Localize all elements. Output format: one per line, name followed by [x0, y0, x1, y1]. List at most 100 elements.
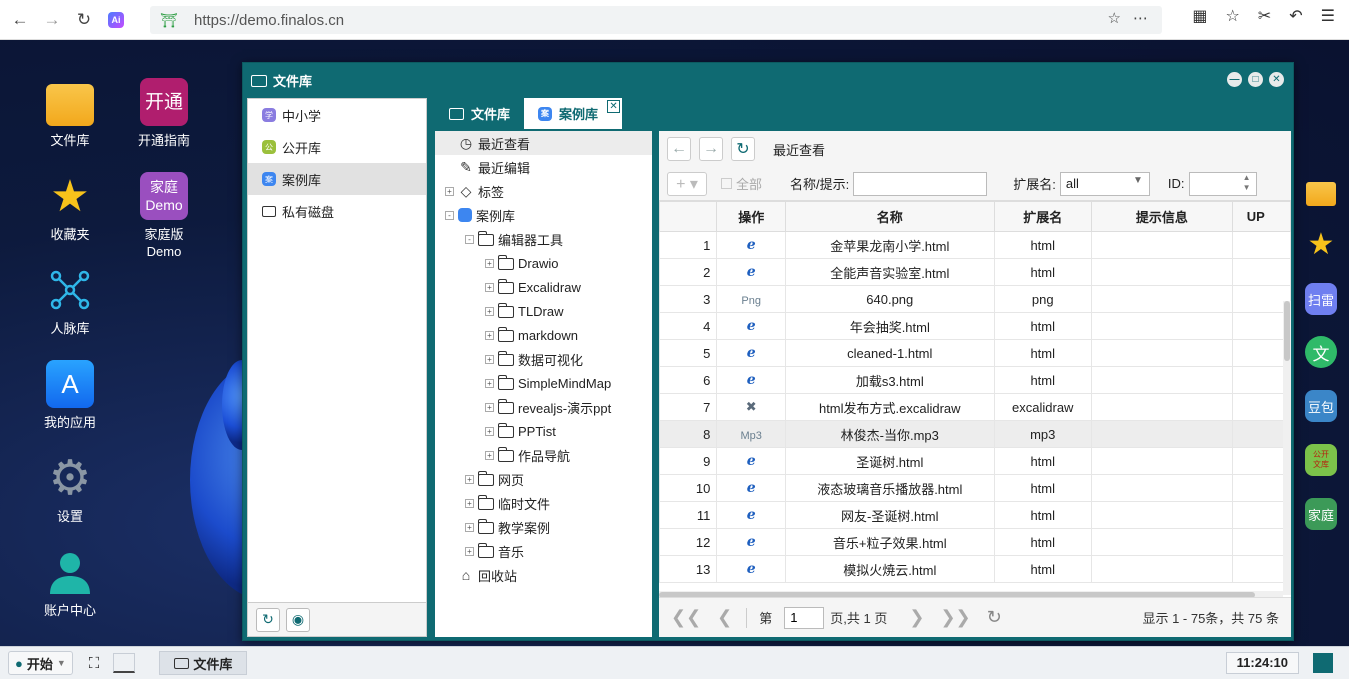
tree-node[interactable]: + 教学案例 [465, 515, 550, 539]
excalidraw-icon[interactable]: ✖ [746, 399, 757, 414]
window-titlebar[interactable]: 文件库 [251, 71, 312, 90]
select-all-checkbox[interactable] [721, 178, 732, 189]
desktop-icon-my-apps[interactable]: A 我的应用 [25, 360, 115, 431]
html-file-icon[interactable]: e [747, 345, 756, 361]
page-number-input[interactable] [784, 606, 825, 629]
tab-case-library[interactable]: 案 案例库 ✕ [524, 98, 623, 129]
ai-icon[interactable]: Ai [100, 4, 132, 36]
more-icon[interactable]: ⋯ [1133, 9, 1148, 27]
refresh-icon[interactable]: ↻ [987, 607, 1002, 628]
name-filter-input[interactable] [853, 171, 988, 196]
tree-node[interactable]: + 数据可视化 [485, 347, 583, 371]
undo-icon[interactable]: ↶ [1289, 6, 1302, 26]
tree-node[interactable]: + Drawio [485, 251, 558, 275]
tree-node[interactable]: + revealjs-演示ppt [485, 395, 611, 419]
star-icon[interactable]: ☆ [1108, 9, 1121, 27]
expand-icon[interactable]: + [465, 522, 474, 532]
task-file-library[interactable]: 文件库 [159, 651, 248, 675]
html-file-icon[interactable]: e [747, 237, 756, 253]
tab-close-icon[interactable]: ✕ [607, 100, 621, 113]
prev-page-icon[interactable]: ❮ [717, 607, 732, 628]
reload-button[interactable]: ↻ [731, 137, 755, 161]
nav-item-public-lib[interactable]: 公 公开库 [248, 131, 426, 163]
desktop-icon-family-demo[interactable]: 家庭 Demo 家庭版 Demo [119, 172, 209, 260]
col-action[interactable]: 操作 [716, 201, 787, 232]
tree-node[interactable]: + 临时文件 [465, 491, 550, 515]
desktop-icon-settings[interactable]: ⚙ 设置 [25, 454, 115, 525]
html-file-icon[interactable]: e [747, 480, 756, 496]
tree-node[interactable]: ⌂ 回收站 [445, 563, 517, 587]
vertical-scrollbar[interactable] [1283, 301, 1291, 595]
desktop-icon-file-library[interactable]: 文件库 [25, 80, 115, 149]
table-row[interactable]: 9 e 圣诞树.html html [659, 447, 1291, 475]
nav-item-primary-school[interactable]: 学 中小学 [248, 99, 426, 131]
expand-icon[interactable]: + [465, 474, 474, 484]
nav-item-private-disk[interactable]: 私有磁盘 [248, 195, 426, 227]
nav-item-case-lib[interactable]: 案 案例库 [248, 163, 426, 195]
table-row[interactable]: 5 e cleaned-1.html html [659, 339, 1291, 367]
add-button[interactable]: + ▾ [667, 171, 707, 196]
html-file-icon[interactable]: e [747, 264, 756, 280]
tree-node[interactable]: + Excalidraw [485, 275, 581, 299]
html-file-icon[interactable]: e [747, 507, 756, 523]
png-file-icon[interactable]: Png [741, 295, 761, 307]
col-up[interactable]: UP [1231, 201, 1291, 232]
desktop-icon-network[interactable]: 人脉库 [25, 266, 115, 337]
color-swatch[interactable] [1313, 653, 1333, 673]
favorites-icon[interactable]: ☆ [1226, 6, 1240, 26]
reload-icon[interactable]: ↻ [68, 4, 100, 36]
table-row[interactable]: 13 e 模拟火焼云.html html [659, 555, 1291, 583]
dock-wen[interactable]: 文 [1305, 336, 1337, 368]
tree-node[interactable]: + PPTist [485, 419, 556, 443]
expand-icon[interactable]: + [485, 402, 494, 412]
tree-node[interactable]: - 案例库 [445, 203, 515, 227]
mp3-file-icon[interactable]: Mp3 [741, 430, 762, 442]
expand-icon[interactable]: + [485, 330, 494, 340]
tree-node[interactable]: + TLDraw [485, 299, 564, 323]
minimize-button[interactable]: — [1227, 72, 1242, 87]
desktop-icon-favorites[interactable]: ★ 收藏夹 [25, 172, 115, 243]
table-row[interactable]: 2 e 全能声音实验室.html html [659, 258, 1291, 286]
dock-star[interactable]: ★ [1305, 228, 1337, 261]
next-page-icon[interactable]: ❯ [909, 607, 924, 628]
address-bar[interactable]: ⛩ https://demo.finalos.cn ☆ ⋯ [150, 6, 1162, 34]
close-button[interactable]: ✕ [1269, 72, 1284, 87]
table-row[interactable]: 3 Png 640.png png [659, 285, 1291, 313]
tree-node[interactable]: ✎ 最近编辑 [445, 155, 530, 179]
forward-button[interactable]: → [699, 137, 723, 161]
dock-folder[interactable] [1305, 178, 1337, 210]
view-button[interactable]: ◉ [286, 607, 310, 632]
table-row[interactable]: 8 Mp3 林俊杰-当你.mp3 mp3 [659, 420, 1291, 448]
expand-icon[interactable]: + [485, 258, 494, 268]
menu-icon[interactable]: ☰ [1321, 6, 1335, 26]
tree-node[interactable]: + 网页 [465, 467, 524, 491]
expand-icon[interactable]: + [485, 426, 494, 436]
dock-xunlei[interactable]: 扫雷 [1305, 283, 1337, 315]
table-row[interactable]: 10 e 液态玻璃音乐播放器.html html [659, 474, 1291, 502]
tree-node[interactable]: - 编辑器工具 [465, 227, 563, 251]
start-button[interactable]: ● 开始 ▼ [8, 651, 73, 675]
html-file-icon[interactable]: e [747, 453, 756, 469]
expand-icon[interactable]: + [485, 282, 494, 292]
tree-node[interactable]: ◷ 最近查看 [435, 131, 652, 155]
collapse-icon[interactable]: - [445, 210, 454, 220]
refresh-button[interactable]: ↻ [256, 607, 280, 632]
desktop-icon-account[interactable]: 账户中心 [25, 548, 115, 619]
maximize-button[interactable]: □ [1248, 72, 1263, 87]
expand-icon[interactable]: + [485, 306, 494, 316]
dock-family[interactable]: 家庭 [1305, 498, 1337, 530]
col-ext[interactable]: 扩展名 [993, 201, 1092, 232]
forward-icon[interactable]: → [36, 4, 68, 36]
tree-node[interactable]: + 作品导航 [485, 443, 570, 467]
tree-node[interactable]: + SimpleMindMap [485, 371, 611, 395]
back-icon[interactable]: ← [4, 4, 36, 36]
table-row[interactable]: 12 e 音乐+粒子效果.html html [659, 528, 1291, 556]
apps-icon[interactable]: ▦ [1192, 6, 1207, 26]
expand-icon[interactable]: + [465, 546, 474, 556]
table-row[interactable]: 11 e 网友-圣诞树.html html [659, 501, 1291, 529]
html-file-icon[interactable]: e [747, 534, 756, 550]
ext-filter-select[interactable]: all ▼ [1059, 171, 1150, 196]
scroll-thumb[interactable] [1284, 301, 1290, 361]
table-row[interactable]: 6 e 加载s3.html html [659, 366, 1291, 394]
show-desktop-icon[interactable] [113, 653, 136, 673]
